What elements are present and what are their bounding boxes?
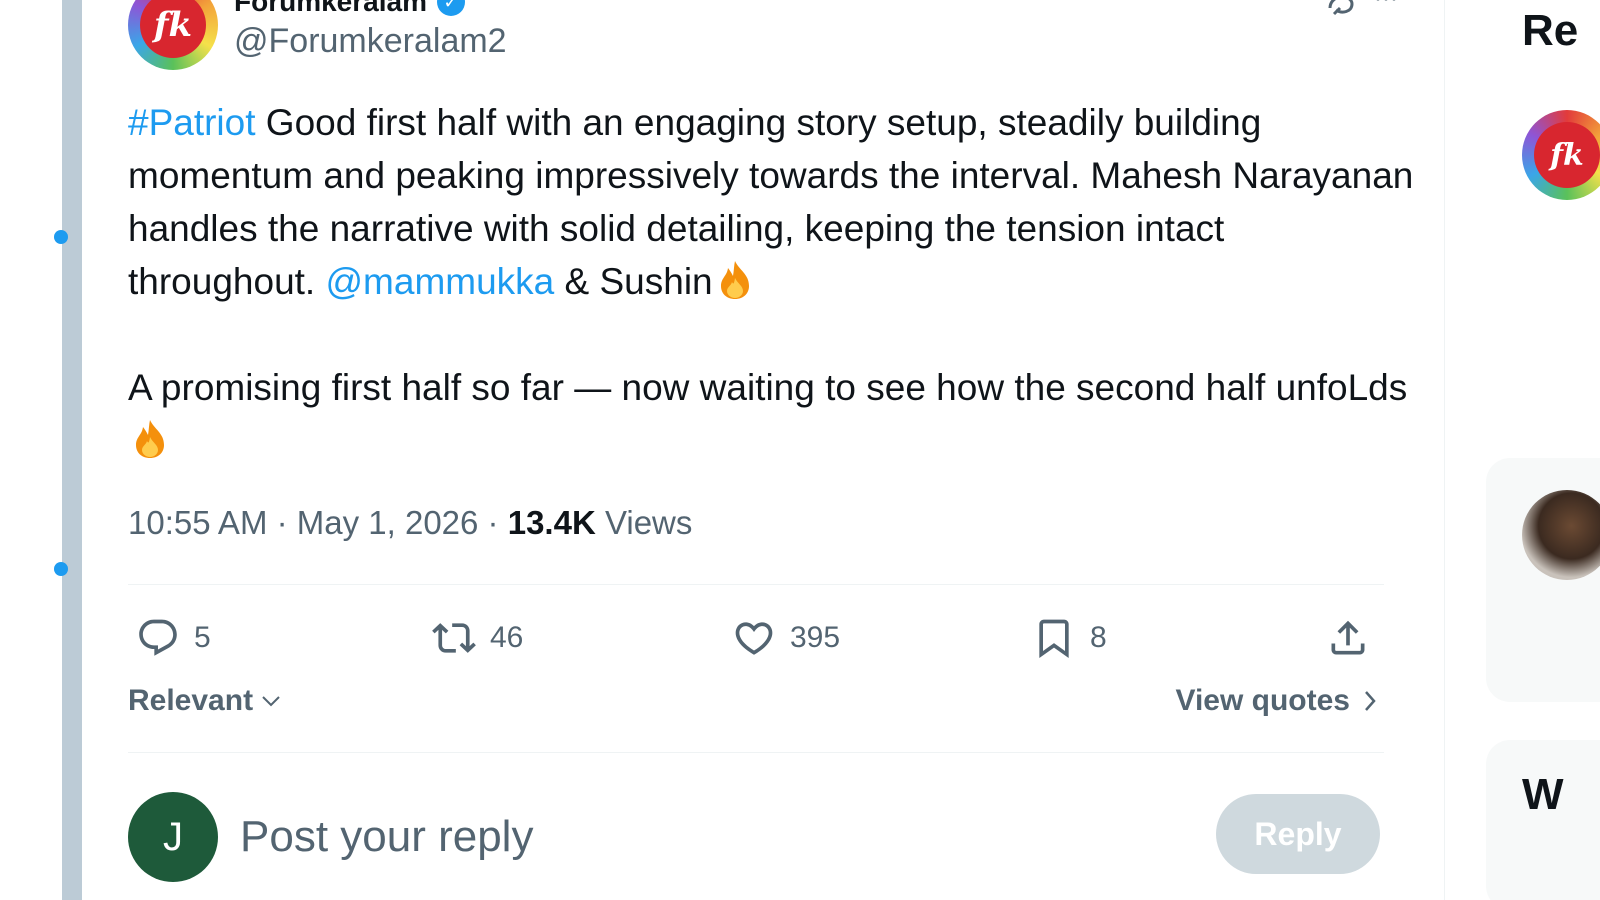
- reply-action-button[interactable]: 5: [136, 608, 211, 668]
- notification-dot: [54, 562, 68, 576]
- verified-badge-icon: ✓: [436, 0, 465, 16]
- mention-link[interactable]: @mammukka: [325, 261, 554, 302]
- meta-separator: ·: [267, 504, 297, 541]
- grok-icon[interactable]: [1324, 0, 1358, 20]
- divider: [128, 752, 1384, 753]
- post-text: #Patriot Good first half with an engagin…: [128, 96, 1418, 467]
- page: fk Forumkeralam ✓ @Forumkeralam2 ··· #Pa…: [0, 0, 1600, 900]
- sidebar-section-title: W: [1522, 770, 1564, 819]
- chevron-down-icon: [262, 696, 280, 707]
- left-scroll-rail[interactable]: [54, 0, 82, 900]
- current-user-avatar[interactable]: J: [128, 792, 218, 882]
- post-text-part: Good first half with an engaging story s…: [128, 102, 1414, 302]
- post-time[interactable]: 10:55 AM: [128, 504, 267, 541]
- repost-count: 46: [490, 621, 524, 654]
- reply-input[interactable]: [238, 806, 1142, 868]
- view-quotes-link[interactable]: View quotes: [1176, 684, 1381, 718]
- divider: [128, 584, 1384, 585]
- sort-replies-dropdown[interactable]: Relevant: [128, 684, 283, 718]
- like-count: 395: [790, 621, 841, 654]
- sidebar-account-avatar[interactable]: fk: [1522, 110, 1600, 200]
- sidebar-avatar-logo: fk: [1534, 122, 1600, 188]
- reply-icon: [139, 619, 177, 656]
- repost-icon: [432, 623, 476, 653]
- author-handle[interactable]: @Forumkeralam2: [234, 22, 507, 61]
- author-display-name[interactable]: Forumkeralam ✓: [234, 0, 465, 18]
- reply-count: 5: [194, 621, 211, 654]
- post-text-part: & Sushin: [554, 261, 713, 302]
- fire-emoji-icon: [136, 420, 164, 458]
- post-detail-column: fk Forumkeralam ✓ @Forumkeralam2 ··· #Pa…: [84, 0, 1445, 900]
- notification-dot: [54, 230, 68, 244]
- views-count: 13.4K: [507, 504, 596, 541]
- post-text-part: A promising first half so far — now wait…: [128, 367, 1408, 408]
- heart-icon: [735, 622, 773, 655]
- right-sidebar: Re fk W: [1486, 0, 1600, 900]
- replies-sort-row: Relevant View quotes: [128, 684, 1384, 728]
- more-options-icon[interactable]: ···: [1374, 0, 1408, 11]
- sidebar-card: W: [1486, 740, 1600, 900]
- post-action-bar: 5 46 395 8: [128, 608, 1384, 668]
- meta-separator: ·: [478, 504, 508, 541]
- post-meta: 10:55 AM · May 1, 2026 · 13.4K Views: [128, 504, 692, 542]
- chevron-right-icon: [1365, 691, 1376, 711]
- post-author-row: fk Forumkeralam ✓ @Forumkeralam2 ···: [128, 0, 1408, 70]
- author-avatar-logo: fk: [140, 0, 206, 58]
- sidebar-card: [1486, 458, 1600, 702]
- fire-emoji-icon: [720, 261, 749, 299]
- post-date[interactable]: May 1, 2026: [297, 504, 479, 541]
- reply-button[interactable]: Reply: [1216, 794, 1380, 874]
- bookmark-count: 8: [1090, 621, 1107, 654]
- sidebar-section-title: Re: [1522, 6, 1579, 55]
- author-avatar[interactable]: fk: [128, 0, 218, 70]
- author-display-name-text: Forumkeralam: [234, 0, 427, 17]
- sort-label: Relevant: [128, 684, 254, 717]
- reply-composer: J Reply: [128, 792, 1384, 884]
- views-label: Views: [595, 504, 693, 541]
- sidebar-person-avatar[interactable]: [1522, 490, 1600, 580]
- bookmark-action-button[interactable]: 8: [1032, 608, 1107, 668]
- share-action-button[interactable]: [1326, 608, 1370, 668]
- repost-action-button[interactable]: 46: [432, 608, 523, 668]
- bookmark-icon: [1039, 619, 1069, 659]
- view-quotes-label: View quotes: [1175, 684, 1351, 717]
- like-action-button[interactable]: 395: [732, 608, 840, 668]
- hashtag-link[interactable]: #Patriot: [128, 102, 256, 143]
- post-paragraph-2: A promising first half so far — now wait…: [128, 361, 1418, 467]
- share-icon: [1331, 620, 1365, 655]
- post-paragraph-1: #Patriot Good first half with an engagin…: [128, 96, 1418, 308]
